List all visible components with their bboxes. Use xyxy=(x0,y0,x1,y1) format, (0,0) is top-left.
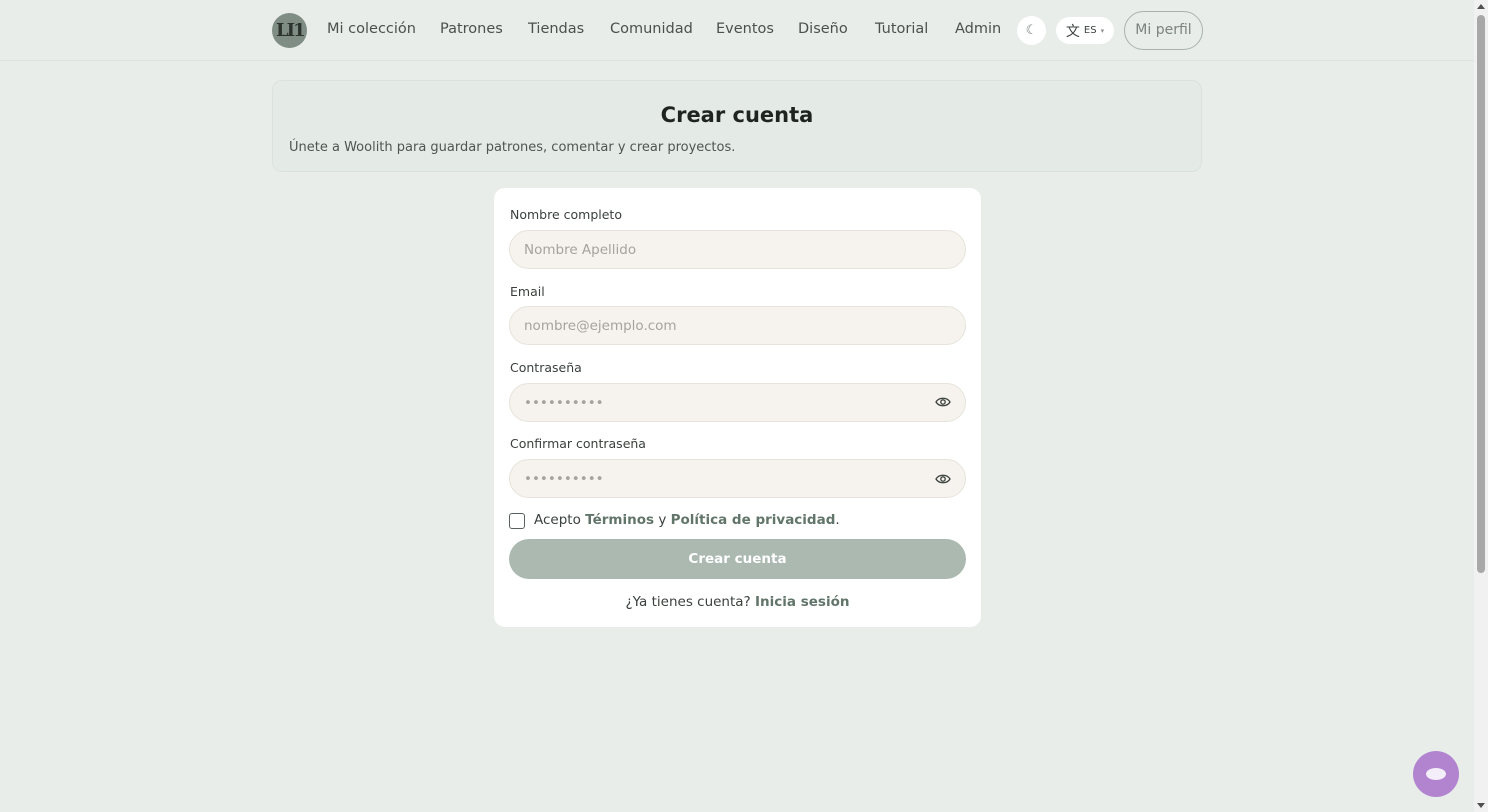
page-title: Crear cuenta xyxy=(660,103,814,127)
terms-text: Acepto Términos y Política de privacidad… xyxy=(534,512,840,528)
chat-icon xyxy=(1426,768,1446,780)
nav-item-eventos[interactable]: Eventos xyxy=(716,21,774,37)
language-code: ES xyxy=(1083,25,1097,36)
profile-button[interactable]: Mi perfil xyxy=(1124,11,1203,50)
login-prompt-text: ¿Ya tienes cuenta? xyxy=(625,594,751,610)
nav-item-diseno[interactable]: Diseño xyxy=(798,21,848,37)
scrollbar-thumb[interactable] xyxy=(1477,15,1485,573)
confirm-password-field[interactable] xyxy=(509,459,966,498)
signup-form: Nombre completo Email Contraseña Confirm… xyxy=(494,188,981,627)
chevron-down-icon: ▾ xyxy=(1100,26,1105,35)
name-label: Nombre completo xyxy=(510,207,622,222)
email-field[interactable] xyxy=(509,306,966,345)
confirm-password-label: Confirmar contraseña xyxy=(510,436,646,451)
terms-checkbox[interactable] xyxy=(509,513,525,529)
password-field[interactable] xyxy=(509,383,966,422)
scrollbar[interactable] xyxy=(1474,0,1488,812)
password-label: Contraseña xyxy=(510,360,582,375)
login-prompt: ¿Ya tienes cuenta? Inicia sesión xyxy=(494,594,981,610)
terms-and: y xyxy=(658,512,667,528)
terms-link[interactable]: Términos xyxy=(585,512,654,528)
nav-item-mi-coleccion[interactable]: Mi colección xyxy=(327,21,416,37)
logo-icon[interactable]: LI1 xyxy=(272,13,307,48)
top-navbar: LI1 Mi colección Patrones Tiendas Comuni… xyxy=(0,0,1474,61)
page-subtitle: Únete a Woolith para guardar patrones, c… xyxy=(289,140,736,155)
page-header: Crear cuenta Únete a Woolith para guarda… xyxy=(272,80,1202,172)
scroll-down-arrow-icon[interactable] xyxy=(1477,803,1485,808)
language-selector[interactable]: 文 ES ▾ xyxy=(1056,17,1114,44)
nav-item-patrones[interactable]: Patrones xyxy=(440,21,503,37)
nav-item-comunidad[interactable]: Comunidad xyxy=(610,21,693,37)
terms-prefix: Acepto xyxy=(534,512,581,528)
nav-item-tutorial[interactable]: Tutorial xyxy=(875,21,928,37)
translate-icon: 文 xyxy=(1065,23,1080,40)
nav-item-tiendas[interactable]: Tiendas xyxy=(528,21,584,37)
scroll-up-arrow-icon[interactable] xyxy=(1477,4,1485,9)
email-label: Email xyxy=(510,284,545,299)
nav-item-admin[interactable]: Admin xyxy=(955,21,1001,37)
terms-suffix: . xyxy=(835,512,840,528)
moon-icon[interactable]: ☾ xyxy=(1017,16,1046,45)
create-account-button[interactable]: Crear cuenta xyxy=(509,539,966,579)
full-name-field[interactable] xyxy=(509,230,966,269)
eye-icon[interactable] xyxy=(935,473,951,485)
login-link[interactable]: Inicia sesión xyxy=(755,594,849,610)
chat-bubble-button[interactable] xyxy=(1413,751,1459,797)
eye-icon[interactable] xyxy=(935,396,951,408)
privacy-link[interactable]: Política de privacidad xyxy=(671,512,836,528)
